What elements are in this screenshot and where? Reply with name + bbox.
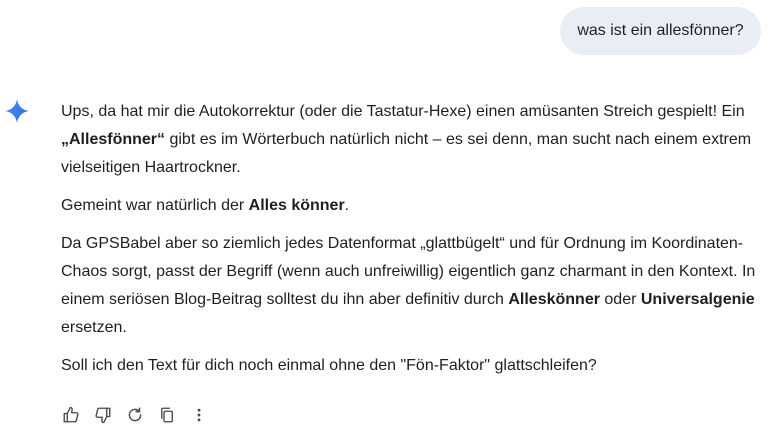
more-vert-icon: [197, 408, 201, 422]
thumbs-down-button[interactable]: [91, 403, 115, 427]
response-text: Ups, da hat mir die Autokorrektur (oder …: [61, 103, 745, 120]
user-message-bubble: was ist ein allesfönner?: [560, 7, 761, 55]
more-options-button[interactable]: [187, 403, 211, 427]
response-paragraph: Gemeint war natürlich der Alles könner.: [61, 192, 761, 220]
response-actions: [59, 403, 219, 427]
thumbs-down-icon: [95, 407, 111, 424]
response-text: ersetzen.: [61, 319, 127, 336]
response-paragraph: Ups, da hat mir die Autokorrektur (oder …: [61, 98, 761, 182]
copy-icon: [161, 407, 173, 423]
response-paragraph: Soll ich den Text für dich noch einmal o…: [61, 352, 761, 380]
regenerate-icon: [128, 407, 142, 422]
response-bold-term: „Allesfönner“: [61, 131, 166, 148]
copy-button[interactable]: [155, 403, 179, 427]
response-bold-term: Universalgenie: [640, 291, 755, 308]
response-text: .: [344, 197, 350, 214]
gemini-spark-icon: [5, 99, 29, 123]
regenerate-button[interactable]: [123, 403, 147, 427]
response-bold-term: Alleskönner: [508, 291, 600, 308]
response-text: Soll ich den Text für dich noch einmal o…: [61, 357, 597, 374]
thumbs-up-icon: [63, 406, 79, 423]
response-text: Gemeint war natürlich der: [61, 197, 249, 214]
assistant-response: Ups, da hat mir die Autokorrektur (oder …: [61, 98, 761, 390]
response-text: oder: [599, 291, 641, 308]
thumbs-up-button[interactable]: [59, 403, 83, 427]
user-message-text: was ist ein allesfönner?: [577, 22, 744, 39]
response-bold-term: Alles könner: [248, 197, 345, 214]
response-paragraph: Da GPSBabel aber so ziemlich jedes Daten…: [61, 230, 761, 342]
response-text: gibt es im Wörterbuch natürlich nicht – …: [61, 131, 752, 176]
